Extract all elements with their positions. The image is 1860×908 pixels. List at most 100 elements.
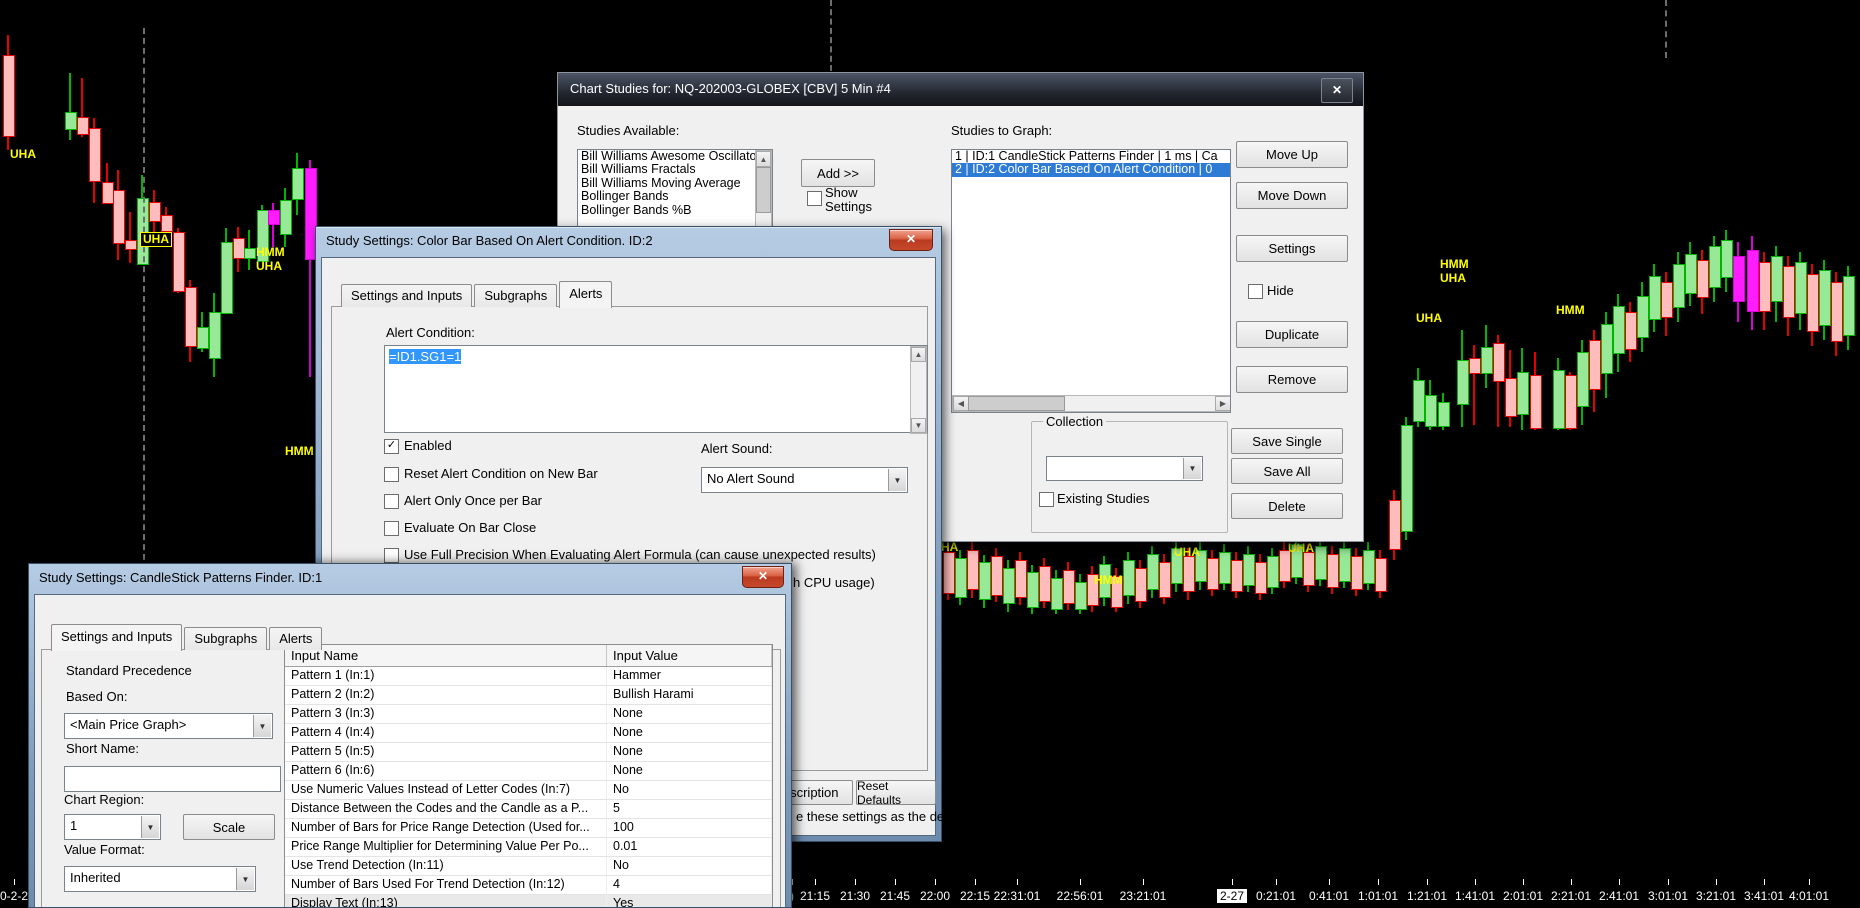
chevron-down-icon[interactable]: ▼ (1183, 458, 1201, 479)
alert-sound-value: No Alert Sound (707, 471, 795, 486)
settings-button[interactable]: Settings (1236, 235, 1348, 262)
remove-button[interactable]: Remove (1236, 366, 1348, 393)
close-icon[interactable]: ✕ (1321, 78, 1353, 103)
collection-combobox[interactable]: ▼ (1046, 456, 1203, 481)
candle-body (1255, 562, 1267, 594)
table-row[interactable]: Pattern 2 (In:2) Bullish Harami (285, 686, 772, 705)
evaluate-on-bar-checkbox[interactable] (384, 521, 399, 536)
study-list-item[interactable]: Bill Williams Fractals (578, 163, 772, 176)
show-settings-checkbox[interactable] (807, 191, 822, 206)
time-axis-tick (935, 879, 936, 885)
value-format-combobox[interactable]: Inherited ▼ (64, 866, 256, 892)
candle-body (1771, 256, 1783, 302)
table-row[interactable]: Pattern 3 (In:3) None (285, 705, 772, 724)
studies-to-graph-hscrollbar[interactable]: ◀ ▶ (952, 395, 1230, 412)
scrollbar-thumb[interactable] (756, 167, 771, 213)
close-icon[interactable]: ✕ (889, 229, 933, 251)
graphed-study-item[interactable]: 1 | ID:1 CandleStick Patterns Finder | 1… (952, 150, 1230, 163)
delete-button[interactable]: Delete (1231, 493, 1343, 519)
scale-button[interactable]: Scale (183, 814, 275, 840)
input-name-cell: Number of Bars Used For Trend Detection … (285, 876, 607, 894)
tab-subgraphs[interactable]: Subgraphs (474, 284, 558, 307)
duplicate-button[interactable]: Duplicate (1236, 321, 1348, 348)
time-axis-tick (792, 879, 793, 885)
scroll-down-icon[interactable]: ▼ (911, 418, 926, 433)
reset-alert-condition-checkbox[interactable] (384, 467, 399, 482)
save-all-button[interactable]: Save All (1231, 458, 1343, 484)
table-row[interactable]: Pattern 1 (In:1) Hammer (285, 667, 772, 686)
table-row[interactable]: Display Text (In:13) Yes (285, 895, 772, 907)
tab-settings-and-inputs[interactable]: Settings and Inputs (51, 624, 183, 651)
candle-body (1481, 347, 1493, 374)
chart-studies-titlebar[interactable]: Chart Studies for: NQ-202003-GLOBEX [CBV… (558, 73, 1363, 106)
candle-body (197, 327, 209, 349)
time-axis-tick (1143, 879, 1144, 885)
table-row[interactable]: Use Numeric Values Instead of Letter Cod… (285, 781, 772, 800)
scroll-up-icon[interactable]: ▲ (911, 347, 926, 362)
candle-body (1303, 552, 1315, 586)
study-list-item[interactable]: Bollinger Bands (578, 190, 772, 203)
candlestick-settings-dialog: Study Settings: CandleStick Patterns Fin… (28, 563, 792, 908)
studies-to-graph-list[interactable]: ◀ ▶ 1 | ID:1 CandleStick Patterns Finder… (951, 149, 1231, 413)
chevron-down-icon[interactable]: ▼ (253, 715, 271, 737)
use-full-precision-checkbox[interactable] (384, 548, 399, 563)
candle-body (149, 202, 161, 222)
tab-alerts[interactable]: Alerts (559, 281, 613, 308)
candle-body (1075, 582, 1087, 610)
study-list-item[interactable]: Bill Williams Awesome Oscillator (578, 150, 772, 163)
table-row[interactable]: Pattern 6 (In:6) None (285, 762, 772, 781)
candle-body (65, 112, 77, 130)
candle-body (1493, 343, 1505, 382)
table-row[interactable]: Pattern 5 (In:5) None (285, 743, 772, 762)
based-on-combobox[interactable]: <Main Price Graph> ▼ (64, 713, 273, 739)
candle-body (1565, 375, 1577, 429)
scrollbar-thumb[interactable] (968, 396, 1065, 411)
tab-settings-and-inputs[interactable]: Settings and Inputs (341, 284, 473, 307)
table-row[interactable]: Number of Bars Used For Trend Detection … (285, 876, 772, 895)
scroll-left-icon[interactable]: ◀ (953, 396, 969, 411)
graphed-study-item[interactable]: 2 | ID:2 Color Bar Based On Alert Condit… (952, 163, 1230, 177)
candle-body (1425, 395, 1437, 427)
close-icon[interactable]: ✕ (742, 566, 784, 588)
alert-sound-label: Alert Sound: (701, 441, 773, 456)
scroll-right-icon[interactable]: ▶ (1215, 396, 1230, 411)
candle-body (1747, 250, 1759, 312)
short-name-input[interactable] (64, 766, 281, 792)
move-down-button[interactable]: Move Down (1236, 182, 1348, 209)
chart-region-combobox[interactable]: 1 ▼ (64, 814, 161, 840)
study-list-item[interactable]: Bollinger Bands %B (578, 204, 772, 217)
study-list-item[interactable]: Bill Williams Moving Average (578, 177, 772, 190)
candle-body (1015, 560, 1027, 598)
table-row[interactable]: Pattern 4 (In:4) None (285, 724, 772, 743)
table-row[interactable]: Distance Between the Codes and the Candl… (285, 800, 772, 819)
chevron-down-icon[interactable]: ▼ (141, 816, 159, 838)
existing-studies-checkbox[interactable] (1039, 492, 1054, 507)
chevron-down-icon[interactable]: ▼ (888, 469, 906, 491)
save-single-button[interactable]: Save Single (1231, 428, 1343, 454)
input-name-cell: Pattern 2 (In:2) (285, 686, 607, 704)
table-row[interactable]: Use Trend Detection (In:11) No (285, 857, 772, 876)
table-row[interactable]: Price Range Multiplier for Determining V… (285, 838, 772, 857)
reset-defaults-button[interactable]: Reset Defaults (856, 779, 936, 807)
add-study-button[interactable]: Add >> (801, 159, 875, 187)
pattern-code-label: UHA (1416, 311, 1442, 325)
candle-body (1413, 380, 1425, 422)
table-row[interactable]: Number of Bars for Price Range Detection… (285, 819, 772, 838)
alert-sound-combobox[interactable]: No Alert Sound ▼ (701, 467, 908, 493)
alert-only-once-checkbox[interactable] (384, 494, 399, 509)
chevron-down-icon[interactable]: ▼ (236, 868, 254, 890)
candle-body (161, 215, 173, 232)
alert-condition-scrollbar[interactable]: ▲ ▼ (910, 346, 927, 434)
tab-alerts[interactable]: Alerts (269, 627, 323, 650)
time-axis-tick (1232, 879, 1233, 885)
time-axis-tick (1329, 879, 1330, 885)
inputs-table[interactable]: Input Name Input Value Pattern 1 (In:1) H… (284, 644, 773, 907)
alert-condition-textarea[interactable]: =ID1.SG1=1 ▲ ▼ (384, 345, 928, 434)
move-up-button[interactable]: Move Up (1236, 141, 1348, 168)
hide-checkbox[interactable] (1248, 284, 1263, 299)
tab-subgraphs[interactable]: Subgraphs (184, 627, 268, 650)
enabled-checkbox[interactable]: ✓ (384, 439, 399, 454)
pattern-code-label: HMM (285, 444, 314, 458)
scroll-up-icon[interactable]: ▲ (756, 151, 771, 167)
input-value-cell: None (607, 762, 772, 780)
